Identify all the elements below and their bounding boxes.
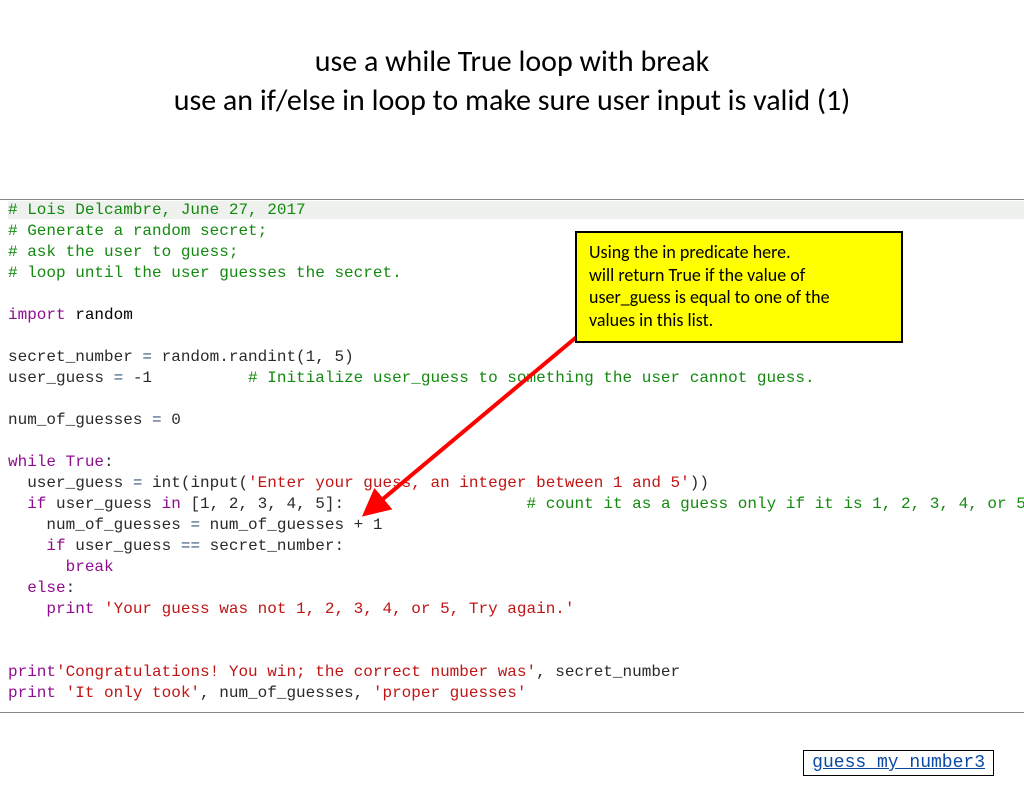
title-line-2: use an if/else in loop to make sure user… — [174, 82, 851, 119]
annotation-callout: Using the in predicate here. will return… — [575, 231, 903, 343]
filename-link[interactable]: guess_my_number3 — [812, 753, 985, 773]
slide-title: use a while True loop with break use an … — [0, 42, 1024, 120]
title-line-1: use a while True loop with break — [315, 43, 709, 80]
filename-link-box: guess_my_number3 — [803, 750, 994, 776]
